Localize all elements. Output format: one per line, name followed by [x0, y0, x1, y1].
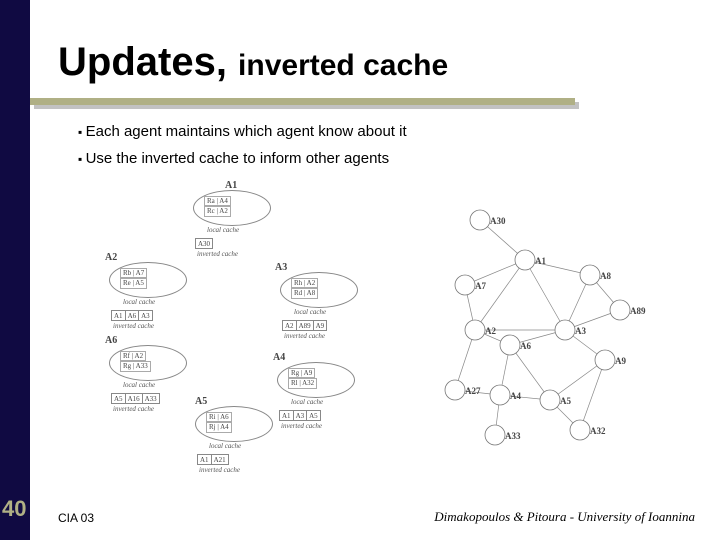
left-accent-bar	[0, 0, 30, 540]
graph-node-label: A8	[600, 271, 611, 281]
title-underline	[30, 98, 575, 105]
bullet-item: Use the inverted cache to inform other a…	[78, 145, 407, 172]
title-main: Updates,	[58, 40, 238, 84]
graph-node-label: A3	[575, 326, 586, 336]
graph-node-label: A7	[475, 281, 486, 291]
slide-title: Updates, inverted cache	[58, 40, 448, 85]
graph-node-label: A1	[535, 256, 546, 266]
graph-node-label: A89	[630, 306, 646, 316]
bullet-list: Each agent maintains which agent know ab…	[78, 118, 407, 172]
graph-node-label: A2	[485, 326, 496, 336]
diagram: A1Ra | A4Rc | A2local cacheA30inverted c…	[105, 180, 645, 470]
footer-left: CIA 03	[58, 511, 94, 525]
bullet-item: Each agent maintains which agent know ab…	[78, 118, 407, 145]
graph-node-label: A4	[510, 391, 521, 401]
graph-node-label: A33	[505, 431, 521, 441]
graph-node-label: A27	[465, 386, 481, 396]
title-sub: inverted cache	[238, 49, 448, 82]
graph-node-label: A32	[590, 426, 606, 436]
graph-svg	[105, 180, 645, 470]
slide-number: 40	[2, 496, 26, 522]
graph-node-label: A5	[560, 396, 571, 406]
graph-node-label: A30	[490, 216, 506, 226]
graph-node-label: A6	[520, 341, 531, 351]
footer-right: Dimakopoulos & Pitoura - University of I…	[434, 509, 695, 525]
graph-node-label: A9	[615, 356, 626, 366]
